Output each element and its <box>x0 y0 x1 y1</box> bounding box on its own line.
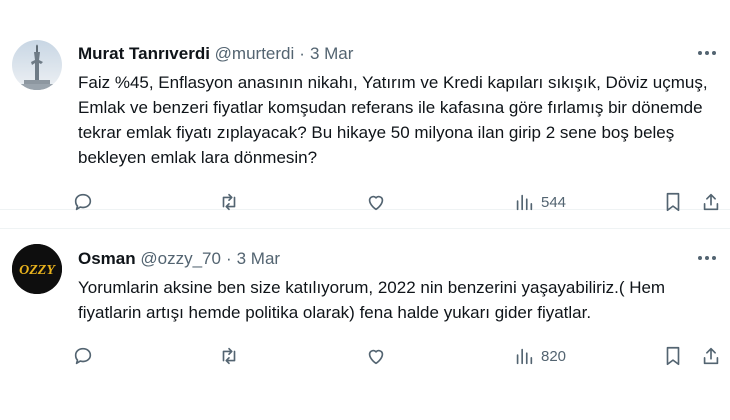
share-icon <box>703 347 719 365</box>
separator: · <box>225 249 232 268</box>
user-handle[interactable]: @ozzy_70 <box>140 249 221 268</box>
like-icon <box>368 349 384 365</box>
tweet-text: Yorumlarin aksine ben size katılıyorum, … <box>78 278 666 322</box>
avatar-logo-text: OZZY <box>19 263 56 278</box>
tweet-actions: 820 <box>72 342 720 370</box>
avatar-image: OZZY <box>12 244 62 294</box>
tweet-header: Osman @ozzy_70 · 3 Mar <box>78 249 280 269</box>
display-name[interactable]: Osman <box>78 249 136 268</box>
views-count: 820 <box>541 347 567 365</box>
retweet-button[interactable] <box>218 342 240 370</box>
views-button[interactable]: 820 <box>513 342 566 370</box>
tweet[interactable]: OZZY Osman @ozzy_70 · 3 Mar Yorumlarin aks… <box>0 0 730 420</box>
like-button[interactable] <box>365 342 387 370</box>
views-icon <box>516 348 533 365</box>
more-icon[interactable] <box>698 253 718 263</box>
reply-icon <box>74 347 92 365</box>
retweet-icon <box>222 347 236 365</box>
avatar[interactable]: OZZY <box>12 244 62 294</box>
tweet-date[interactable]: 3 Mar <box>237 249 280 268</box>
reply-button[interactable] <box>72 342 94 370</box>
bookmark-icon <box>666 346 680 366</box>
share-button[interactable] <box>700 342 722 370</box>
bookmark-button[interactable] <box>662 342 684 370</box>
